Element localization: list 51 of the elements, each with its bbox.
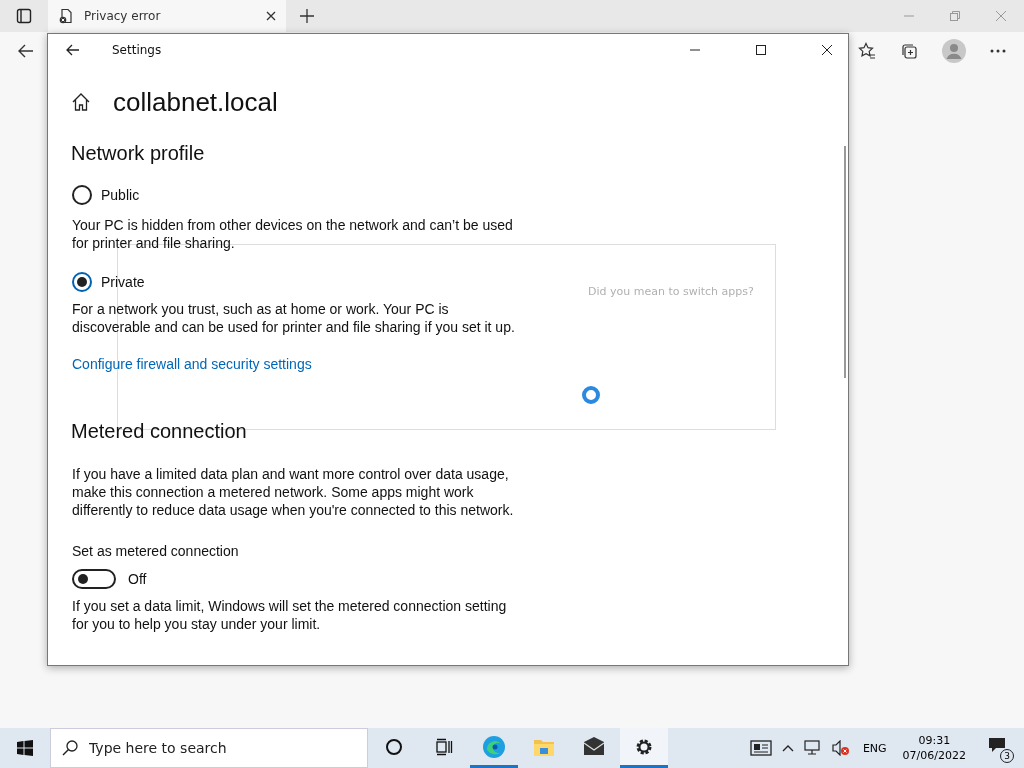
collections-icon[interactable] (900, 42, 918, 60)
task-view-icon (435, 737, 453, 756)
radio-label: Private (101, 274, 145, 290)
back-arrow-icon[interactable] (66, 43, 80, 57)
error-page-icon (58, 8, 74, 24)
speaker-muted-icon[interactable] (831, 740, 850, 756)
radio-option[interactable]: Public (72, 185, 140, 205)
taskbar-app-button[interactable] (620, 728, 668, 768)
news-widget-icon[interactable] (749, 740, 772, 756)
page-heading: collabnet.local (113, 86, 278, 118)
network-icon[interactable] (803, 740, 822, 756)
clock-date: 07/06/2022 (902, 748, 966, 763)
favorites-star-icon[interactable] (858, 42, 876, 60)
clock-time: 09:31 (918, 733, 951, 748)
browser-tab[interactable]: Privacy error (48, 0, 286, 32)
radio-option[interactable]: Private (72, 272, 145, 292)
close-icon[interactable] (266, 11, 276, 21)
close-icon[interactable] (822, 45, 832, 55)
section-heading: Network profile (71, 142, 206, 165)
more-options-icon[interactable] (990, 49, 1006, 53)
back-arrow-icon[interactable] (18, 43, 34, 59)
taskbar-search-field[interactable]: Type here to search (50, 728, 368, 768)
radio-label: Public (101, 187, 140, 203)
chevron-up-icon[interactable] (781, 744, 794, 752)
radio-button[interactable] (72, 272, 92, 292)
option-description: For a network you trust, such as at home or work. Your PC is discoverable and can be used for printer and file sharing if you set it up. (72, 300, 516, 336)
clock[interactable]: 09:31 07/06/2022 (902, 733, 966, 763)
home-icon (71, 92, 91, 112)
footer-description: If you set a data limit, Windows will set the metered connection setting for you to help you stay under your limit. (72, 597, 508, 633)
language-indicator[interactable]: ENG (862, 741, 887, 755)
browser-logo-icon (482, 734, 506, 759)
loading-spinner-icon (581, 385, 601, 405)
option-description: Your PC is hidden from other devices on the network and can’t be used for printer and file sharing. (72, 216, 514, 252)
firewall-settings-link[interactable]: Configure firewall and security settings (72, 356, 312, 372)
window-title: Settings (112, 43, 162, 57)
tab-actions-icon[interactable] (16, 8, 32, 24)
search-icon (62, 740, 78, 756)
notification-icon[interactable] (988, 737, 1006, 753)
toggle-switch[interactable] (72, 569, 116, 589)
section-description: If you have a limited data plan and want more control over data usage, make this connection a metered network. Some apps might work differently to reduce data usage when you're connected to this network. (72, 465, 515, 519)
toggle-state: Off (128, 571, 147, 587)
notification-count: 3 (1000, 749, 1014, 763)
dialog-title: Did you mean to switch apps? (588, 285, 754, 298)
start-windows-icon[interactable] (17, 740, 33, 756)
section-heading: Metered connection (71, 420, 248, 443)
radio-button[interactable] (72, 185, 92, 205)
new-tab-icon[interactable] (300, 9, 314, 23)
circle-icon (385, 737, 403, 756)
profile-avatar-icon[interactable] (942, 39, 966, 63)
maximize-icon[interactable] (756, 45, 766, 55)
toggle-label: Set as metered connection (72, 543, 240, 559)
